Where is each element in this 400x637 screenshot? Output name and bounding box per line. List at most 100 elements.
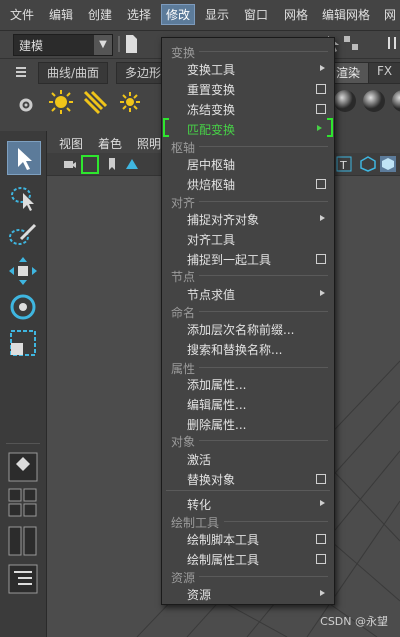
new-scene-icon[interactable] [124,34,138,54]
vp-menu-view[interactable]: 视图 [59,135,83,152]
menu-item-convert[interactable]: 转化 [187,496,211,513]
divider [6,443,40,444]
menu-file[interactable]: 文件 [10,6,34,23]
section-align: 对齐 [171,196,196,210]
menu-item-paint-scripts-tool[interactable]: 绘制脚本工具 [187,531,259,548]
wireframe-cube-icon[interactable] [360,156,376,172]
outliner-icon[interactable] [7,563,39,595]
menu-item-activate[interactable]: 激活 [187,451,211,468]
directional-light-icon[interactable] [82,89,108,115]
menu-create[interactable]: 创建 [88,6,112,23]
menu-select[interactable]: 选择 [127,6,151,23]
layout-two-icon[interactable] [7,525,39,557]
option-box-icon[interactable] [316,179,326,189]
section-divider [199,51,328,52]
camera-attr-icon[interactable] [81,155,99,174]
section-divider [224,521,328,522]
menu-item-replace-objects[interactable]: 替换对象 [187,471,235,488]
menu-item-snap-align-objects[interactable]: 捕捉对齐对象 [187,211,259,228]
option-box-icon[interactable] [316,104,326,114]
mode-selector[interactable]: 建模 ▼ [13,34,113,56]
bookmark-icon[interactable] [105,157,119,171]
submenu-arrow-icon [320,215,325,221]
svg-text:T: T [339,159,347,172]
menu-item-paint-attributes-tool[interactable]: 绘制属性工具 [187,551,259,568]
section-pivot: 枢轴 [171,141,196,155]
shelf-tab-curves[interactable]: 曲线/曲面 [38,62,109,84]
mode-label: 建模 [19,39,44,53]
menu-modify[interactable]: 修改 [161,4,196,25]
menu-window[interactable]: 窗口 [244,6,268,23]
menu-item-edit-attribute[interactable]: 编辑属性... [187,396,246,413]
section-divider [199,367,328,368]
option-box-icon[interactable] [316,254,326,264]
section-transform: 变换 [171,46,196,60]
menu-item-assets[interactable]: 资源 [187,586,211,603]
submenu-arrow-icon [320,590,325,596]
section-divider [199,201,328,202]
menu-item-freeze-transform[interactable]: 冻结变换 [187,101,235,118]
section-divider [199,146,328,147]
select-hierarchy-icon[interactable] [343,35,361,53]
divider [118,36,120,52]
material-sphere-icon-2[interactable] [362,89,386,113]
menu-item-reset-transform[interactable]: 重置变换 [187,81,235,98]
lasso-tool-icon[interactable] [7,181,39,213]
layout-four-icon[interactable] [7,487,39,519]
highlight-bracket-left [163,118,169,137]
menu-item-add-prefix[interactable]: 添加层次名称前缀... [187,321,294,338]
option-box-icon[interactable] [316,554,326,564]
menu-item-add-attribute[interactable]: 添加属性... [187,376,246,393]
section-naming: 命名 [171,306,196,320]
menu-edit[interactable]: 编辑 [49,6,73,23]
text-toggle-icon[interactable]: T [336,156,352,172]
menu-mesh[interactable]: 网格 [284,6,308,23]
section-divider [199,440,328,441]
menu-item-match-transform[interactable]: 匹配变换 [187,121,235,138]
material-sphere-icon[interactable] [333,89,357,113]
section-assets: 资源 [171,571,196,585]
option-box-icon[interactable] [316,474,326,484]
sun-light-icon[interactable] [48,89,74,115]
highlight-bracket-right [327,118,333,137]
modify-dropdown-menu: 变换 变换工具 重置变换 冻结变换 匹配变换 枢轴 居中枢轴 烘焙枢轴 对齐 捕… [161,37,335,605]
section-paint-tools: 绘制工具 [171,516,220,530]
layout-single-icon[interactable] [7,451,39,483]
scale-tool-icon[interactable] [7,327,39,359]
menu-item-transform-tool[interactable]: 变换工具 [187,61,235,78]
menu-item-delete-attribute[interactable]: 删除属性... [187,416,246,433]
menu-edit-mesh[interactable]: 编辑网格 [322,6,370,23]
material-sphere-icon-3[interactable] [391,89,400,113]
menu-more[interactable]: 网 [384,6,396,23]
option-box-icon[interactable] [316,84,326,94]
gear-icon[interactable] [18,97,34,113]
grid-toggle-icon[interactable] [125,157,139,171]
menu-item-center-pivot[interactable]: 居中枢轴 [187,156,235,173]
camera-icon[interactable] [63,157,77,171]
toolbox [0,131,47,637]
shelf-tab-fx[interactable]: FX [368,62,400,84]
rotate-tool-icon[interactable] [7,291,39,323]
move-tool-icon[interactable] [7,255,39,287]
menu-bar: 文件 编辑 创建 选择 修改 显示 窗口 网格 编辑网格 网 [0,0,400,31]
divider [166,490,330,491]
point-light-icon[interactable] [117,89,143,115]
menu-display[interactable]: 显示 [205,6,229,23]
section-node: 节点 [171,270,196,284]
menu-item-snap-together-tool[interactable]: 捕捉到一起工具 [187,251,271,268]
snap-icon[interactable] [387,35,399,53]
option-box-icon[interactable] [316,534,326,544]
paint-select-icon[interactable] [7,219,39,251]
menu-item-bake-pivot[interactable]: 烘焙枢轴 [187,176,235,193]
vp-menu-lighting[interactable]: 照明 [137,135,161,152]
section-objects: 对象 [171,435,196,449]
shelf-menu-icon[interactable] [14,65,30,79]
submenu-arrow-icon [320,500,325,506]
menu-item-search-replace-names[interactable]: 搜索和替换名称... [187,341,282,358]
menu-item-align-tool[interactable]: 对齐工具 [187,231,235,248]
shaded-cube-icon[interactable] [380,156,396,172]
chevron-down-icon: ▼ [94,35,112,55]
vp-menu-shading[interactable]: 着色 [98,135,122,152]
menu-item-node-evaluation[interactable]: 节点求值 [187,286,235,303]
select-tool[interactable] [7,141,41,175]
